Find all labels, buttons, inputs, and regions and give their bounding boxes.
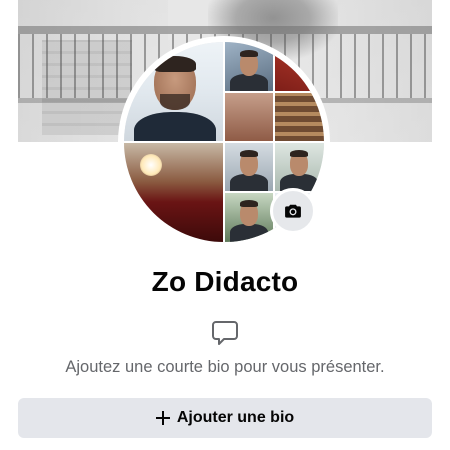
avatar-tile-room <box>224 92 274 142</box>
profile-page: Zo Didacto Ajoutez une courte bio pour v… <box>0 0 450 450</box>
tile-lamp <box>140 154 162 176</box>
avatar-tile-selfie <box>224 42 274 92</box>
avatar-grid-divider <box>124 141 324 143</box>
tile-face <box>240 50 258 76</box>
add-bio-button[interactable]: Ajouter une bio <box>18 398 432 438</box>
change-profile-picture-button[interactable] <box>270 188 316 234</box>
cover-photo-railing-top <box>18 26 432 34</box>
bio-icon-wrapper <box>210 318 240 348</box>
tile-face <box>240 150 258 176</box>
avatar-grid-divider <box>224 91 324 93</box>
speech-bubble-icon <box>212 321 238 345</box>
camera-icon <box>285 204 301 218</box>
avatar-tile-portrait-1 <box>224 142 274 192</box>
tile-shirt <box>230 74 268 92</box>
bio-hint-text: Ajoutez une courte bio pour vous présent… <box>65 358 385 376</box>
tile-shirt <box>230 174 268 192</box>
avatar-main-photo <box>124 42 224 142</box>
avatar-main-body <box>134 112 216 142</box>
tile-shirt <box>230 224 268 242</box>
avatar-main-beard <box>160 94 190 110</box>
avatar-tile-interior <box>124 142 224 242</box>
tile-face <box>290 150 308 176</box>
tile-face <box>240 200 258 226</box>
avatar-main-hair <box>154 56 196 72</box>
avatar-tile-portrait-2 <box>274 142 324 192</box>
avatar-tile-red <box>274 42 324 92</box>
avatar-grid-divider <box>224 191 324 193</box>
avatar-tile-shelves <box>274 92 324 142</box>
add-bio-label: Ajouter une bio <box>176 409 295 426</box>
avatar-tile-portrait-3 <box>224 192 274 242</box>
plus-icon <box>155 411 170 425</box>
profile-name: Zo Didacto <box>151 266 299 297</box>
